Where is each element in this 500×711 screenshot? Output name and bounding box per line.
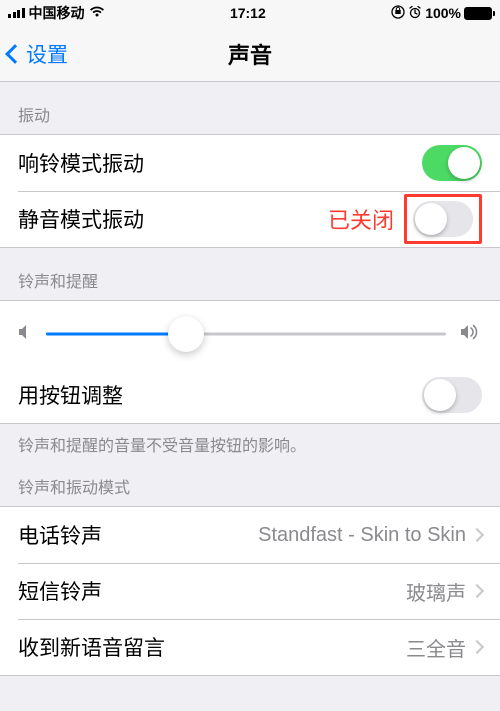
change-with-buttons-cell: 用按钮调整 bbox=[0, 367, 500, 423]
ringtone-value: Standfast - Skin to Skin bbox=[258, 524, 466, 547]
status-time: 17:12 bbox=[230, 5, 266, 21]
section-header-patterns: 铃声和振动模式 bbox=[0, 460, 500, 506]
status-right: 100% bbox=[391, 5, 492, 22]
highlight-box bbox=[404, 194, 482, 244]
patterns-group: 电话铃声 Standfast - Skin to Skin 短信铃声 玻璃声 收… bbox=[0, 506, 500, 676]
volume-slider[interactable] bbox=[46, 318, 446, 350]
signal-icon bbox=[8, 8, 25, 18]
silent-vibrate-cell: 静音模式振动 已关闭 bbox=[0, 191, 500, 247]
ringtone-cell[interactable]: 电话铃声 Standfast - Skin to Skin bbox=[0, 507, 500, 563]
section-header-ringer: 铃声和提醒 bbox=[0, 248, 500, 300]
text-tone-label: 短信铃声 bbox=[18, 576, 102, 606]
status-bar: 中国移动 17:12 100% bbox=[0, 0, 500, 26]
chevron-right-icon bbox=[470, 640, 484, 654]
battery-icon bbox=[464, 7, 492, 20]
ringtone-label: 电话铃声 bbox=[18, 520, 102, 550]
text-tone-cell[interactable]: 短信铃声 玻璃声 bbox=[0, 563, 500, 619]
off-annotation: 已关闭 bbox=[328, 203, 394, 235]
voicemail-cell[interactable]: 收到新语音留言 三全音 bbox=[0, 619, 500, 675]
page-title: 声音 bbox=[0, 38, 500, 70]
chevron-right-icon bbox=[470, 584, 484, 598]
ring-vibrate-label: 响铃模式振动 bbox=[18, 148, 144, 178]
chevron-left-icon bbox=[5, 44, 25, 64]
status-left: 中国移动 bbox=[8, 3, 105, 23]
silent-vibrate-label: 静音模式振动 bbox=[18, 204, 144, 234]
text-tone-value: 玻璃声 bbox=[406, 577, 466, 606]
voicemail-label: 收到新语音留言 bbox=[18, 632, 165, 662]
battery-percent: 100% bbox=[425, 5, 461, 21]
volume-slider-cell bbox=[0, 301, 500, 367]
ringer-group: 用按钮调整 bbox=[0, 300, 500, 424]
ringer-footer: 铃声和提醒的音量不受音量按钮的影响。 bbox=[0, 424, 500, 460]
nav-bar: 设置 声音 bbox=[0, 26, 500, 82]
volume-low-icon bbox=[18, 324, 32, 345]
back-button[interactable]: 设置 bbox=[0, 39, 68, 69]
change-with-buttons-label: 用按钮调整 bbox=[18, 380, 123, 410]
silent-vibrate-switch[interactable] bbox=[413, 201, 473, 237]
ring-vibrate-cell: 响铃模式振动 bbox=[0, 135, 500, 191]
carrier-label: 中国移动 bbox=[29, 3, 85, 23]
change-with-buttons-switch[interactable] bbox=[422, 377, 482, 413]
alarm-icon bbox=[408, 5, 422, 22]
volume-high-icon bbox=[460, 321, 482, 347]
chevron-right-icon bbox=[470, 528, 484, 542]
rotation-lock-icon bbox=[391, 5, 405, 22]
ring-vibrate-switch[interactable] bbox=[422, 145, 482, 181]
voicemail-value: 三全音 bbox=[406, 633, 466, 662]
vibration-group: 响铃模式振动 静音模式振动 已关闭 bbox=[0, 134, 500, 248]
wifi-icon bbox=[89, 6, 105, 21]
section-header-vibration: 振动 bbox=[0, 82, 500, 134]
back-label: 设置 bbox=[26, 39, 68, 69]
